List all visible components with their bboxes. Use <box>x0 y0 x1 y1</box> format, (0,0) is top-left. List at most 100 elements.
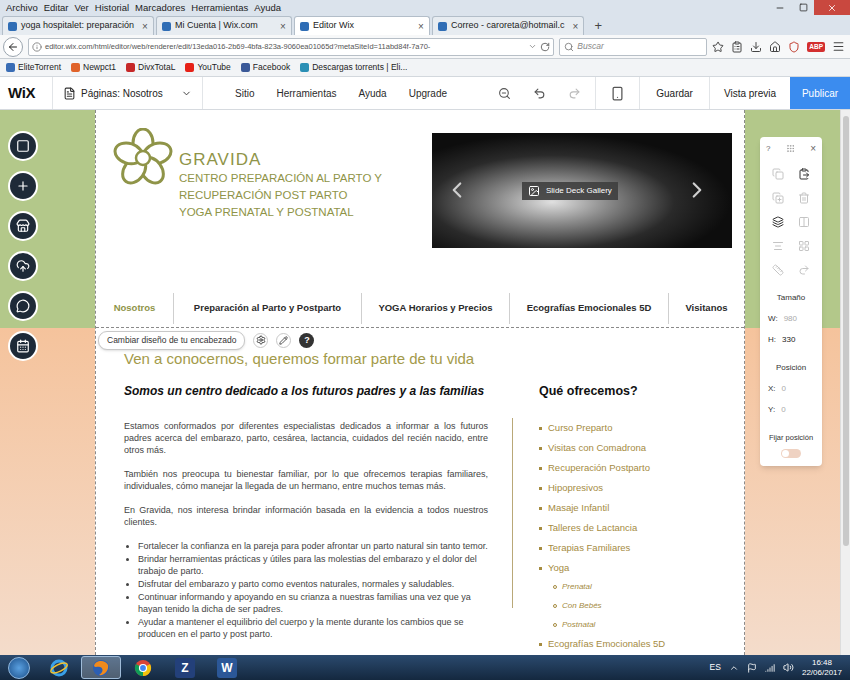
tab-strip: yoga hospitalet: preparación×Mi Cuenta |… <box>0 15 850 35</box>
browser-tab[interactable]: Mi Cuenta | Wix.com× <box>156 16 292 35</box>
home-icon <box>769 41 781 53</box>
wix-menu-item[interactable]: Upgrade <box>409 86 447 101</box>
tab-close-button[interactable]: × <box>414 19 424 34</box>
tool-button[interactable] <box>8 291 38 321</box>
tab-title: Editor Wix <box>313 19 354 33</box>
inspector-help-button[interactable]: ? <box>766 143 770 155</box>
menu-item[interactable]: Ver <box>72 3 92 13</box>
wix-menu-item[interactable]: Ayuda <box>358 86 386 101</box>
tool-button[interactable] <box>8 131 38 161</box>
menu-item[interactable]: Herramientas <box>188 3 251 13</box>
url-field[interactable]: editor.wix.com/html/editor/web/renderer/… <box>28 38 554 56</box>
taskbar-app[interactable] <box>39 656 79 679</box>
bookmark-favicon-icon <box>241 63 250 72</box>
url-dropdown-icon <box>528 42 537 51</box>
offer-item: Masaje Infantil <box>539 502 665 514</box>
nav-item[interactable]: Preparación al Parto y Postparto <box>173 293 361 324</box>
save-button[interactable]: Guardar <box>639 77 709 109</box>
bookmark[interactable]: Facebook <box>241 61 290 74</box>
search-field[interactable]: Buscar <box>559 38 707 56</box>
taskbar-app[interactable] <box>123 656 163 679</box>
editor-tools <box>498 77 595 109</box>
tool-button[interactable] <box>8 171 38 201</box>
system-tray: ES16:4822/06/2017 <box>710 655 850 680</box>
tab-close-button[interactable]: × <box>138 19 148 34</box>
nav-item[interactable]: YOGA Horarios y Precios <box>361 293 509 324</box>
tool-button[interactable] <box>8 211 38 241</box>
bookmark-star-icon <box>712 41 724 53</box>
add-icon <box>16 179 30 193</box>
tab-close-button[interactable]: × <box>276 19 286 34</box>
offer-sublink[interactable]: Con Bebés <box>553 600 665 611</box>
offer-link[interactable]: Yoga <box>539 562 665 574</box>
bookmark[interactable]: DivxTotaL <box>126 61 175 74</box>
offer-link[interactable]: Masaje Infantil <box>539 502 665 514</box>
browser-tab[interactable]: Correo - caroreta@hotmail.c× <box>432 16 585 35</box>
tab-close-button[interactable]: × <box>569 19 579 34</box>
menu-item[interactable]: Archivo <box>3 3 41 13</box>
offer-link[interactable]: Terapias Familiares <box>539 542 665 554</box>
taskbar-app[interactable] <box>81 656 121 679</box>
start-button[interactable] <box>0 655 38 680</box>
new-tab-button[interactable]: + <box>586 19 610 35</box>
chat-icon <box>16 299 30 313</box>
settings-button[interactable] <box>253 333 268 348</box>
size-field[interactable]: W:980 <box>760 313 822 325</box>
wix-menu-item[interactable]: Herramientas <box>276 86 336 101</box>
maximize-button[interactable] <box>792 0 814 15</box>
offer-link[interactable]: Hipopresivos <box>539 482 665 494</box>
change-header-design-button[interactable]: Cambiar diseño de tu encabezado <box>98 331 245 350</box>
goals-list: Fortalecer la confianza en la pareja par… <box>124 540 488 640</box>
nav-item[interactable]: Nosotros <box>96 293 173 324</box>
minimize-button[interactable] <box>768 0 792 15</box>
bookmark[interactable]: EliteTorrent <box>6 61 61 74</box>
offer-item: Yoga Prenatal Con Bebés Postnatal <box>539 562 665 630</box>
adblock-badge[interactable]: ABP <box>807 42 825 52</box>
intro-title: Somos un centro dedicado a los futuros p… <box>124 384 488 399</box>
offer-sublink[interactable]: Prenatal <box>553 581 665 592</box>
maximize-icon <box>799 3 808 12</box>
mobile-view-button[interactable] <box>595 77 639 109</box>
offer-link[interactable]: Recuperación Postparto <box>539 462 665 474</box>
tool-button[interactable] <box>8 251 38 281</box>
page-scrollbar[interactable] <box>840 110 850 655</box>
position-field[interactable]: Y:0 <box>760 404 822 416</box>
nav-item[interactable]: Ecografías Emocionales 5D <box>509 293 668 324</box>
undo-icon <box>533 87 546 100</box>
nav-item[interactable]: Visitanos <box>668 293 744 324</box>
bookmark[interactable]: Newpct1 <box>71 61 116 74</box>
publish-button[interactable]: Publicar <box>790 77 850 109</box>
tagline-line: RECUPERACIÓN POST PARTO <box>179 187 382 204</box>
offer-link[interactable]: Curso Preparto <box>539 422 665 434</box>
position-field[interactable]: X:0 <box>760 383 822 395</box>
back-button[interactable] <box>3 37 23 57</box>
menu-item[interactable]: Editar <box>41 3 72 13</box>
pages-dropdown[interactable]: Páginas: Nosotros <box>52 77 202 109</box>
help-button[interactable]: ? <box>299 333 314 348</box>
offer-link[interactable]: Talleres de Lactancia <box>539 522 665 534</box>
preview-button[interactable]: Vista previa <box>709 77 790 109</box>
close-window-button[interactable] <box>814 0 850 15</box>
internet-explorer-icon <box>49 658 69 678</box>
menu-item[interactable]: Historial <box>92 3 132 13</box>
offer-sublink[interactable]: Postnatal <box>553 619 665 630</box>
bookmark[interactable]: Descargas torrents | Eli... <box>300 61 407 74</box>
offer-link[interactable]: Ecografías Emocionales 5D <box>539 638 665 650</box>
pages-icon <box>63 87 76 100</box>
offer-link[interactable]: Visitas con Comadrona <box>539 442 665 454</box>
bookmark[interactable]: YouTube <box>185 61 230 74</box>
size-field[interactable]: H:330 <box>760 334 822 346</box>
slide-gallery[interactable]: Slide Deck Gallery <box>432 133 732 248</box>
tool-button[interactable] <box>8 331 38 361</box>
browser-tab[interactable]: Editor Wix × <box>294 16 430 35</box>
edit-button[interactable] <box>276 333 291 348</box>
taskbar-app[interactable]: W <box>207 656 247 679</box>
browser-tab[interactable]: yoga hospitalet: preparación× <box>2 16 154 35</box>
menu-item[interactable]: Ayuda <box>251 3 284 13</box>
pin-toggle[interactable] <box>781 449 801 458</box>
wix-menu-item[interactable]: Sitio <box>235 86 254 101</box>
taskbar-app[interactable]: Z <box>165 656 205 679</box>
inspector-close-button[interactable]: × <box>810 141 816 156</box>
menu-item[interactable]: Marcadores <box>132 3 188 13</box>
language-indicator[interactable]: ES <box>710 661 721 674</box>
